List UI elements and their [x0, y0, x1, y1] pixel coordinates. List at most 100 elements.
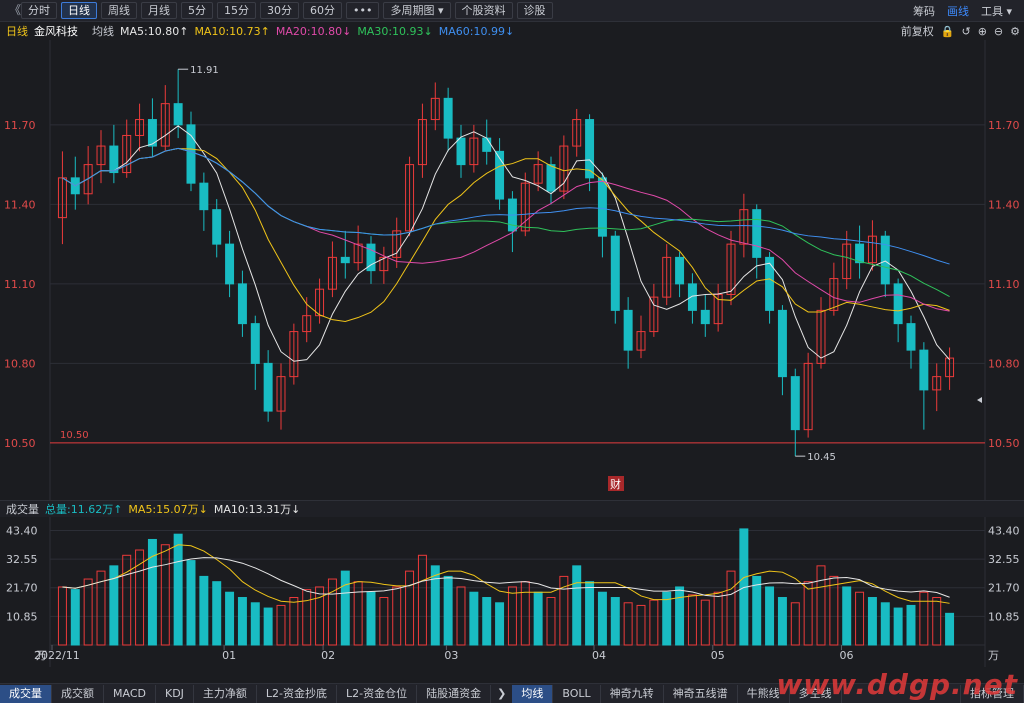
ma-values: MA5:10.80↑ MA10:10.73↑ MA20:10.80↓ MA30:10.… [114, 25, 514, 38]
period-button[interactable]: 诊股 [516, 2, 553, 19]
volume-bar [623, 602, 633, 646]
high-label: 11.91 [190, 65, 219, 76]
ma-label[interactable]: 均线 [92, 23, 114, 39]
indicator-tab[interactable]: MACD [104, 684, 156, 703]
candlestick-chart[interactable]: 11.70 11.70 11.40 11.40 11.10 11.10 10.80 10.80… [0, 40, 1024, 500]
price-pointer-icon [977, 397, 982, 403]
ma10-line [62, 147, 950, 323]
ma-value: MA20:10.80↓ [275, 24, 352, 38]
indicator-tab[interactable]: 成交量 [0, 684, 52, 703]
candle-body [777, 309, 787, 378]
period-buttons: 分时 日线 周线 月线 5分 15分 30分 60分 ••• 多周期图 ▾ 个股资料 诊股 [17, 2, 553, 19]
volume-bar [173, 533, 183, 646]
candle-body [687, 283, 697, 311]
support-label: 10.50 [60, 430, 89, 441]
candle-body [340, 256, 350, 264]
volume-tick-label-right: 21.70 [988, 582, 1020, 595]
period-button[interactable]: 分时 [21, 2, 57, 19]
volume-bar [212, 581, 222, 646]
indicator-tab[interactable]: 主力净额 [194, 684, 257, 703]
volume-bar [752, 575, 762, 646]
volume-bar [932, 597, 942, 646]
volume-bar [777, 597, 787, 646]
y-tick-label-right: 11.40 [988, 198, 1020, 211]
period-button[interactable]: 月线 [141, 2, 177, 19]
period-button[interactable]: 日线 [61, 2, 97, 19]
indicator-tabs-left: 成交量 成交额 MACD KDJ 主力净额 L2-资金抄底 L2-资金仓位 陆股通资金 [0, 684, 492, 703]
ma5-line [62, 125, 950, 362]
period-button[interactable]: 60分 [303, 2, 342, 19]
volume-bar [919, 591, 929, 646]
candle-body [597, 177, 607, 237]
period-button[interactable]: 多周期图 ▾ [383, 2, 451, 19]
overlay-tab[interactable]: 神奇九转 [601, 684, 664, 703]
toolbar-right-item[interactable]: 工具 ▾ [981, 3, 1012, 19]
y-tick-label-right: 10.80 [988, 357, 1020, 370]
volume-bar [726, 570, 736, 646]
indicator-tab[interactable]: 成交额 [52, 684, 104, 703]
x-tick-label: 2022/11 [34, 649, 80, 662]
overlay-tab[interactable]: BOLL [553, 684, 601, 703]
adjust-label[interactable]: 前复权 [901, 23, 934, 39]
volume-bar [662, 591, 672, 646]
volume-bar [636, 604, 646, 646]
volume-chart[interactable]: 43.40 43.40 32.55 32.55 21.70 21.70 10.85 10.85… [0, 517, 1024, 683]
candle-body [237, 283, 247, 325]
volume-bar [675, 586, 685, 646]
indicator-tab[interactable]: 陆股通资金 [417, 684, 492, 703]
zoom-out-icon[interactable]: ⊖ [994, 25, 1003, 38]
candle-body [675, 256, 685, 285]
volume-bar [855, 591, 865, 646]
lock-icon[interactable]: 🔒 [941, 25, 955, 38]
ma-value: MA30:10.93↓ [357, 24, 433, 38]
toolbar-right-item[interactable]: 筹码 [913, 3, 935, 19]
candle-body [893, 283, 903, 325]
indicator-tab[interactable]: L2-资金抄底 [257, 684, 338, 703]
volume-tick-label-right: 32.55 [988, 553, 1020, 566]
period-button[interactable]: 周线 [101, 2, 137, 19]
volume-bar [572, 565, 582, 646]
volume-bar [225, 591, 235, 646]
volume-ma5: MA5:15.07万↓ [128, 503, 208, 516]
volume-bar [353, 581, 363, 646]
volume-ma5-line [62, 544, 950, 604]
volume-bar [546, 597, 556, 646]
volume-bar [829, 575, 839, 646]
volume-bar [250, 602, 260, 646]
period-button[interactable]: 5分 [181, 2, 213, 19]
zoom-in-icon[interactable]: ⊕ [978, 25, 987, 38]
period-button[interactable]: 15分 [217, 2, 256, 19]
event-marker: 财 [610, 477, 621, 491]
indicator-tab[interactable]: KDJ [156, 684, 194, 703]
back-icon[interactable]: 《 [3, 2, 21, 19]
tabs-next-icon[interactable]: ❯ [491, 687, 512, 700]
period-button[interactable]: 个股资料 [454, 2, 513, 19]
volume-bar [893, 607, 903, 646]
volume-unit-right: 万 [988, 649, 999, 662]
settings-icon[interactable]: ⚙ [1010, 25, 1020, 38]
x-tick-label: 05 [711, 649, 725, 662]
volume-tick-label-right: 10.85 [988, 610, 1020, 623]
ma-value: MA60:10.99↓ [438, 24, 515, 38]
candle-body [199, 182, 209, 211]
period-button[interactable]: 30分 [260, 2, 299, 19]
volume-tick-label: 32.55 [6, 553, 38, 566]
volume-bar [649, 599, 659, 646]
indicator-tab[interactable]: L2-资金仓位 [337, 684, 418, 703]
overlay-tab[interactable]: 神奇五线谱 [664, 684, 738, 703]
period-button[interactable]: ••• [346, 2, 380, 19]
candle-body [263, 362, 273, 412]
volume-bar [790, 602, 800, 646]
x-tick-label: 01 [222, 649, 236, 662]
volume-bar [340, 570, 350, 646]
overlay-tab[interactable]: 均线 [512, 684, 554, 703]
undo-icon[interactable]: ↺ [961, 25, 970, 38]
ma-row-right: 前复权 🔒 ↺ ⊕ ⊖ ⚙ [894, 22, 1020, 40]
volume-ma10-line [62, 557, 950, 598]
volume-tick-label-right: 43.40 [988, 524, 1020, 537]
ma-value: MA10:10.73↑ [194, 24, 270, 38]
toolbar-right-item[interactable]: 画线 [947, 3, 969, 19]
ma-indicator-row: 日线 金风科技 均线 MA5:10.80↑ MA10:10.73↑ MA20:10.… [0, 22, 1024, 40]
volume-bar [83, 578, 93, 646]
volume-bar [443, 575, 453, 646]
